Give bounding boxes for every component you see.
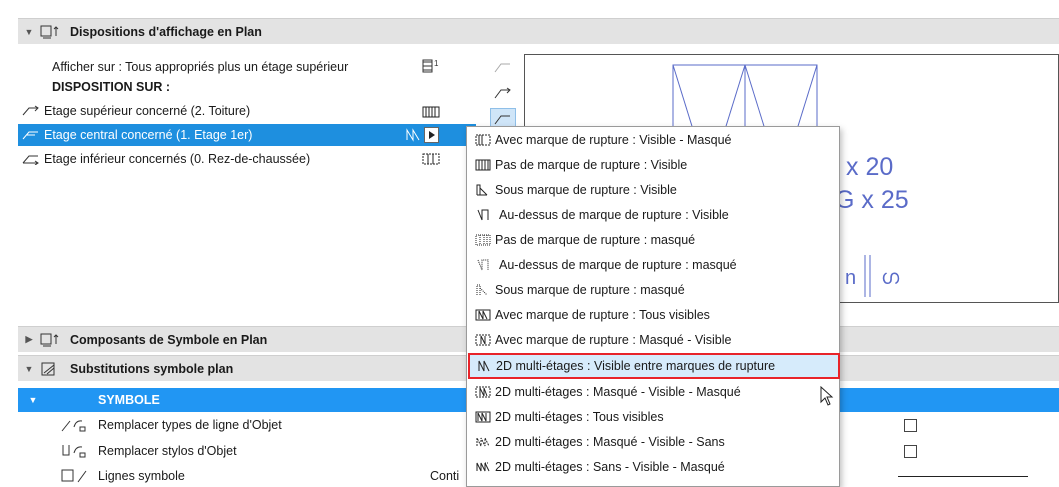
menu-item[interactable]: 2D multi-étages : Masqué - Visible - Mas… bbox=[469, 381, 837, 403]
below-break-hidden-icon bbox=[473, 284, 493, 296]
multistory-hidden-visible-none-icon bbox=[473, 436, 493, 448]
break-hidden-visible-icon bbox=[473, 334, 493, 346]
multistory-hidden-visible-hidden-icon bbox=[473, 386, 493, 398]
menu-item[interactable]: 2D multi-étages : Masqué - Visible - San… bbox=[469, 431, 837, 453]
menu-item[interactable]: Au-dessus de marque de rupture : Visible bbox=[469, 204, 837, 226]
dropdown-arrow-button[interactable] bbox=[424, 127, 439, 143]
lower-story-icon bbox=[18, 153, 44, 165]
preview-text-line2: G x 25 bbox=[835, 186, 909, 214]
menu-item[interactable]: Sous marque de rupture : Visible bbox=[469, 179, 837, 201]
section-title: Dispositions d'affichage en Plan bbox=[70, 24, 262, 39]
no-break-hidden-icon bbox=[473, 234, 493, 246]
menu-item[interactable]: Avec marque de rupture : Masqué - Visibl… bbox=[469, 329, 837, 351]
story-label: Etage inférieur concernés (0. Rez-de-cha… bbox=[44, 152, 311, 166]
svg-text:1: 1 bbox=[434, 59, 439, 68]
menu-item[interactable]: Avec marque de rupture : Tous visibles bbox=[469, 304, 837, 326]
section-title: Substitutions symbole plan bbox=[70, 361, 234, 376]
symbol-row-label: Remplacer stylos d'Objet bbox=[98, 444, 237, 458]
upper-story-arrow-icon[interactable] bbox=[490, 82, 516, 104]
substitution-icon bbox=[40, 361, 68, 377]
above-break-hidden-icon bbox=[473, 259, 493, 271]
menu-item[interactable]: Au-dessus de marque de rupture : masqué bbox=[469, 254, 837, 276]
menu-item[interactable]: 2D multi-étages : Sans - Visible - Masqu… bbox=[469, 456, 837, 478]
preview-text-bottom: n bbox=[845, 267, 857, 289]
multistory-none-visible-hidden-icon bbox=[473, 461, 493, 473]
symbol-lines-icon bbox=[18, 468, 98, 484]
break-all-visible-icon bbox=[473, 309, 493, 321]
upper-story-icon bbox=[18, 105, 44, 117]
multistory-all-visible-icon bbox=[473, 411, 493, 423]
section-plan-display-header[interactable]: ▼ Dispositions d'affichage en Plan bbox=[18, 18, 1059, 44]
expand-triangle-icon[interactable]: ▶ bbox=[18, 334, 40, 345]
story-row-central[interactable]: Etage central concerné (1. Etage 1er) bbox=[18, 124, 476, 146]
menu-item[interactable]: Pas de marque de rupture : masqué bbox=[469, 229, 837, 251]
symbol-header-label: SYMBOLE bbox=[98, 393, 160, 407]
plan-display-icon bbox=[40, 24, 68, 40]
disposition-panel: Afficher sur : Tous appropriés plus un é… bbox=[18, 52, 476, 324]
visible-display-icon[interactable] bbox=[422, 106, 440, 121]
symbol-row-label: Remplacer types de ligne d'Objet bbox=[98, 418, 282, 432]
symbol-components-icon bbox=[40, 332, 68, 348]
no-break-visible-icon bbox=[473, 159, 493, 171]
collapse-triangle-icon[interactable]: ▼ bbox=[18, 364, 40, 374]
collapse-triangle-icon[interactable]: ▼ bbox=[18, 27, 40, 37]
central-story-icon bbox=[18, 129, 44, 141]
menu-item[interactable]: Pas de marque de rupture : Visible bbox=[469, 154, 837, 176]
pen-icon bbox=[18, 443, 98, 459]
override-pens-checkbox[interactable] bbox=[904, 445, 917, 458]
mouse-cursor-icon bbox=[820, 385, 834, 409]
above-break-visible-icon bbox=[473, 209, 493, 221]
story-row-upper[interactable]: Etage supérieur concerné (2. Toiture) bbox=[18, 100, 476, 122]
line-value[interactable]: Conti bbox=[430, 469, 459, 483]
collapse-triangle-icon[interactable]: ▼ bbox=[18, 395, 48, 405]
display-option-dropdown: Avec marque de rupture : Visible - Masqu… bbox=[466, 126, 840, 487]
story-row-lower[interactable]: Etage inférieur concernés (0. Rez-de-cha… bbox=[18, 148, 476, 170]
menu-item[interactable]: Avec marque de rupture : Visible - Masqu… bbox=[469, 129, 837, 151]
override-line-types-checkbox[interactable] bbox=[904, 419, 917, 432]
section-title: Composants de Symbole en Plan bbox=[70, 332, 268, 347]
show-on-icon[interactable]: 1 bbox=[422, 58, 440, 77]
menu-item[interactable]: 2D multi-étages : Tous visibles bbox=[469, 406, 837, 428]
story-label: Etage supérieur concerné (2. Toiture) bbox=[44, 104, 251, 118]
menu-item-highlighted[interactable]: 2D multi-étages : Visible entre marques … bbox=[468, 353, 840, 379]
line-sample bbox=[898, 476, 1028, 477]
multistory-display-icon[interactable] bbox=[404, 128, 422, 145]
upper-story-tool-icon[interactable] bbox=[490, 56, 516, 78]
multistory-visible-between-icon bbox=[474, 360, 494, 372]
below-break-visible-icon bbox=[473, 184, 493, 196]
preview-text-bottom2: ഗ bbox=[881, 267, 900, 289]
line-type-icon bbox=[18, 417, 98, 433]
story-label: Etage central concerné (1. Etage 1er) bbox=[44, 128, 253, 142]
symbol-row-label: Lignes symbole bbox=[98, 469, 185, 483]
break-visible-hidden-icon bbox=[473, 134, 493, 146]
disposition-label: DISPOSITION SUR : bbox=[52, 80, 171, 94]
break-mark-display-icon[interactable] bbox=[422, 153, 440, 168]
show-on-row[interactable]: Afficher sur : Tous appropriés plus un é… bbox=[52, 56, 348, 78]
show-on-label: Afficher sur : Tous appropriés plus un é… bbox=[52, 60, 349, 74]
menu-item[interactable]: Sous marque de rupture : masqué bbox=[469, 279, 837, 301]
